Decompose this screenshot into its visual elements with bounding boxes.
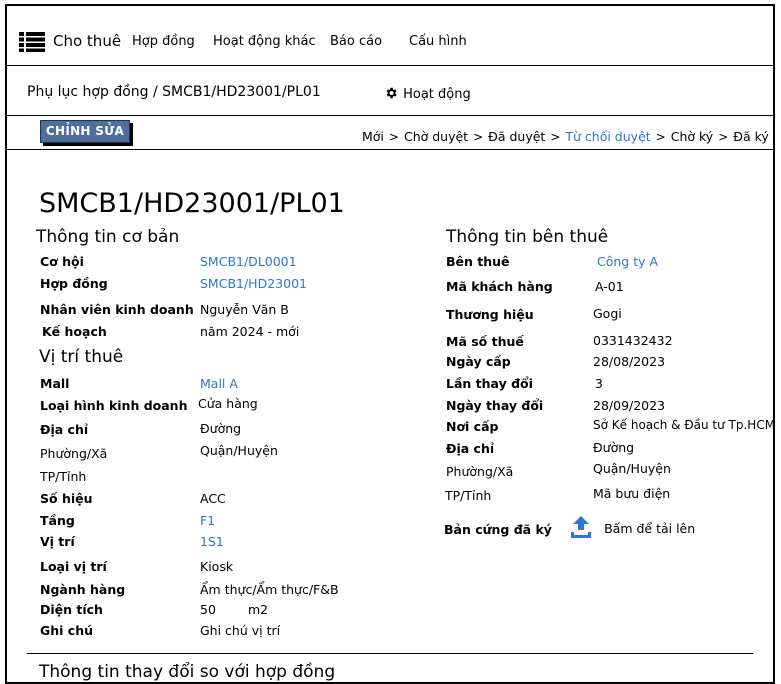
section-heading-tenant: Thông tin bên thuê — [446, 227, 609, 247]
step-approved[interactable]: Đã duyệt — [488, 129, 545, 144]
field-value: Quận/Huyện — [200, 443, 278, 458]
chevron-right-icon: > — [655, 130, 666, 144]
field-label: Phường/Xã — [40, 446, 108, 461]
step-rejected[interactable]: Từ chối duyệt — [565, 129, 650, 144]
tenant-link[interactable]: Công ty A — [597, 254, 658, 269]
field-value: Sở Kế hoạch & Đầu tư Tp.HCM — [593, 418, 776, 432]
field-label: Loại vị trí — [40, 559, 107, 574]
chevron-right-icon: > — [473, 130, 484, 144]
section-heading-changes: Thông tin thay đổi so với hợp đồng — [39, 662, 336, 682]
status-steps: Mới > Chờ duyệt > Đã duyệt > Từ chối duyệt > Chờ… — [362, 126, 769, 145]
field-label: Vị trí — [40, 534, 75, 549]
field-label: Hợp đồng — [40, 276, 108, 291]
field-label: Nơi cấp — [446, 419, 499, 434]
field-label: Nhân viên kinh doanh — [40, 302, 194, 317]
app-window: Cho thuê Hợp đồng Hoạt động khác Báo cáo… — [5, 4, 775, 684]
step-signed[interactable]: Đã ký — [733, 129, 769, 144]
step-pending-approval[interactable]: Chờ duyệt — [404, 129, 468, 144]
field-label: Thương hiệu — [446, 307, 534, 322]
field-value: Đường — [200, 421, 242, 436]
field-value: 3 — [595, 376, 603, 391]
breadcrumb: Phụ lục hợp đồng / SMCB1/HD23001/PL01 — [27, 84, 321, 100]
activity-label: Hoạt động — [403, 87, 471, 102]
field-label: Tầng — [40, 513, 75, 528]
floor-link[interactable]: F1 — [200, 513, 215, 528]
nav-item-settings[interactable]: Cấu hình — [409, 34, 467, 49]
field-label: Lần thay đổi — [446, 376, 533, 391]
field-label: Ngày cấp — [446, 354, 511, 369]
opportunity-link[interactable]: SMCB1/DL0001 — [200, 254, 297, 269]
field-value: 50 — [200, 602, 216, 617]
field-label: Bên thuê — [446, 254, 510, 269]
field-value: Mã bưu điện — [593, 486, 671, 501]
field-label: Ghi chú — [40, 623, 94, 638]
divider — [7, 149, 773, 150]
nav-item-other-activities[interactable]: Hoạt động khác — [213, 34, 316, 49]
field-label: Cơ hội — [40, 254, 84, 269]
app-brand[interactable]: Cho thuê — [53, 32, 121, 50]
field-label: Loại hình kinh doanh — [40, 398, 188, 413]
section-heading-basic: Thông tin cơ bản — [36, 227, 180, 247]
field-value: 28/08/2023 — [593, 354, 666, 369]
chevron-right-icon: > — [550, 130, 561, 144]
divider — [27, 653, 753, 654]
field-label: Phường/Xã — [446, 464, 514, 479]
field-value: A-01 — [595, 279, 624, 294]
field-label: Mã số thuế — [446, 334, 524, 349]
field-label: Số hiệu — [40, 491, 93, 506]
field-value: Cửa hàng — [198, 396, 258, 411]
position-link[interactable]: 1S1 — [200, 534, 224, 549]
menu-icon[interactable] — [19, 32, 45, 56]
field-value: Quận/Huyện — [593, 461, 671, 476]
field-label: TP/Tỉnh — [445, 488, 492, 503]
field-label: Mall — [40, 376, 70, 391]
field-value: Đường — [593, 440, 635, 455]
field-label: Diện tích — [40, 602, 103, 617]
field-label: Mã khách hàng — [446, 279, 553, 294]
field-value: ACC — [200, 491, 226, 506]
area-unit: m2 — [248, 602, 269, 617]
upload-icon — [569, 515, 593, 543]
divider — [7, 115, 773, 116]
field-label: Ngành hàng — [40, 582, 126, 597]
step-new[interactable]: Mới — [362, 129, 384, 144]
divider — [7, 65, 773, 66]
nav-item-contracts[interactable]: Hợp đồng — [132, 34, 195, 49]
contract-link[interactable]: SMCB1/HD23001 — [200, 276, 307, 291]
page-title: SMCB1/HD23001/PL01 — [39, 188, 345, 219]
field-label: TP/Tỉnh — [40, 469, 87, 484]
field-value: Gogi — [593, 306, 622, 321]
mall-link[interactable]: Mall A — [200, 376, 238, 391]
field-label: Kế hoạch — [42, 324, 107, 339]
field-label: Địa chỉ — [40, 422, 89, 437]
field-value: Kiosk — [200, 559, 234, 574]
field-value: 0331432432 — [593, 333, 673, 348]
chevron-right-icon: > — [388, 130, 399, 144]
upload-label: Bấm để tải lên — [604, 521, 696, 536]
field-label: Địa chỉ — [446, 441, 495, 456]
nav-item-reports[interactable]: Báo cáo — [330, 34, 382, 49]
activity-button[interactable]: Hoạt động — [384, 83, 471, 104]
section-heading-location: Vị trí thuê — [39, 347, 124, 367]
field-value: Ghi chú vị trí — [200, 623, 281, 638]
step-pending-sign[interactable]: Chờ ký — [671, 129, 713, 144]
edit-button[interactable]: CHỈNH SỬA — [40, 120, 130, 143]
upload-button[interactable]: Bấm để tải lên — [569, 515, 695, 543]
field-label: Bản cứng đã ký — [444, 522, 552, 537]
field-value: 28/09/2023 — [593, 398, 666, 413]
field-label: Ngày thay đổi — [446, 398, 544, 413]
chevron-right-icon: > — [718, 130, 729, 144]
field-value: năm 2024 - mới — [200, 324, 300, 339]
gear-icon — [384, 85, 398, 104]
field-value: Nguyễn Văn B — [200, 302, 289, 317]
field-value: Ẩm thực/Ẩm thực/F&B — [200, 582, 339, 597]
